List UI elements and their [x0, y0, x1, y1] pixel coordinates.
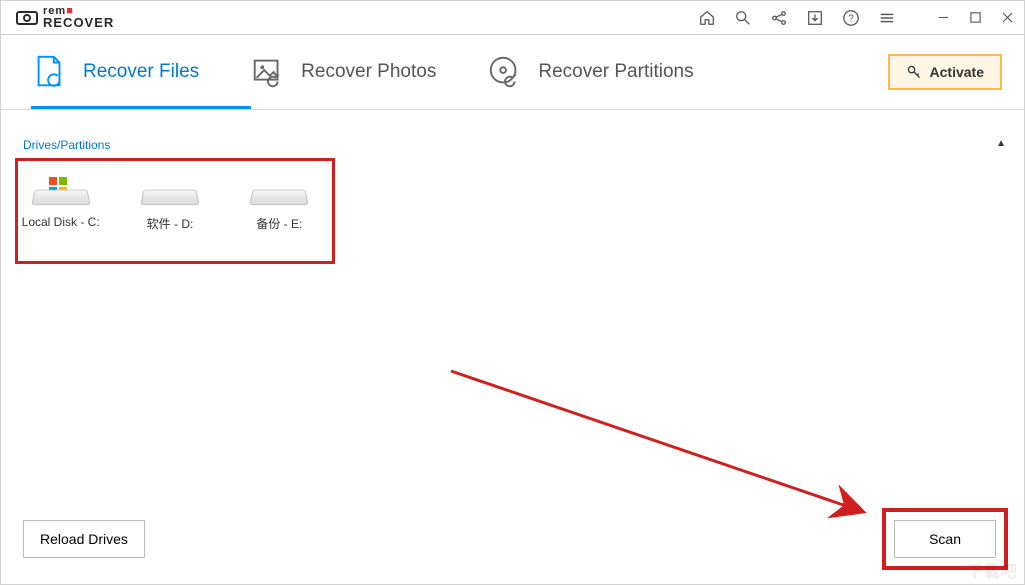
- titlebar: rem■ RECOVER ?: [1, 1, 1024, 35]
- drive-label: 备份 - E:: [239, 215, 320, 232]
- share-icon[interactable]: [770, 9, 788, 27]
- tab-recover-partitions[interactable]: Recover Partitions: [486, 53, 693, 109]
- drive-icon: [33, 177, 89, 211]
- tab-label: Recover Files: [83, 61, 199, 83]
- file-refresh-icon: [31, 53, 69, 91]
- search-icon[interactable]: [734, 9, 752, 27]
- drive-label: Local Disk - C:: [20, 215, 101, 229]
- app-logo: rem■ RECOVER: [15, 6, 114, 30]
- import-icon[interactable]: [806, 9, 824, 27]
- menu-icon[interactable]: [878, 9, 896, 27]
- scan-highlight-annotation: Scan: [882, 508, 1008, 570]
- section-title: Drives/Partitions: [23, 138, 110, 152]
- maximize-icon[interactable]: [966, 9, 984, 27]
- key-icon: [906, 64, 922, 80]
- tab-recover-photos[interactable]: Recover Photos: [249, 53, 436, 109]
- window-controls: [934, 9, 1016, 27]
- drive-icon: [142, 177, 198, 211]
- svg-text:?: ?: [848, 13, 854, 24]
- tab-label: Recover Partitions: [538, 61, 693, 83]
- scan-button[interactable]: Scan: [894, 520, 996, 558]
- drive-label: 软件 - D:: [129, 215, 210, 232]
- logo-text: rem■ RECOVER: [43, 7, 114, 29]
- minimize-icon[interactable]: [934, 9, 952, 27]
- photo-refresh-icon: [249, 53, 287, 91]
- home-icon[interactable]: [698, 9, 716, 27]
- recovery-tabs: Recover Files Recover Photos Recover Par…: [1, 35, 1024, 109]
- section-header: Drives/Partitions ▲: [1, 110, 1024, 152]
- activate-label: Activate: [930, 64, 984, 80]
- drive-d[interactable]: 软件 - D:: [129, 171, 210, 255]
- tab-recover-files[interactable]: Recover Files: [31, 53, 199, 109]
- drives-highlight-annotation: Local Disk - C: 软件 - D: 备份 - E:: [15, 158, 335, 264]
- drive-icon: [251, 177, 307, 211]
- disk-refresh-icon: [486, 53, 524, 91]
- close-icon[interactable]: [998, 9, 1016, 27]
- drive-c[interactable]: Local Disk - C:: [20, 171, 101, 255]
- active-tab-underline: [31, 106, 251, 109]
- drive-e[interactable]: 备份 - E:: [239, 171, 320, 255]
- collapse-caret-icon[interactable]: ▲: [996, 138, 1006, 149]
- reload-drives-button[interactable]: Reload Drives: [23, 520, 145, 558]
- help-icon[interactable]: ?: [842, 9, 860, 27]
- tab-label: Recover Photos: [301, 61, 436, 83]
- titlebar-actions: ?: [698, 9, 1016, 27]
- logo-icon: [15, 6, 39, 30]
- activate-button[interactable]: Activate: [888, 54, 1002, 90]
- bottom-bar: Reload Drives Scan: [23, 508, 1008, 570]
